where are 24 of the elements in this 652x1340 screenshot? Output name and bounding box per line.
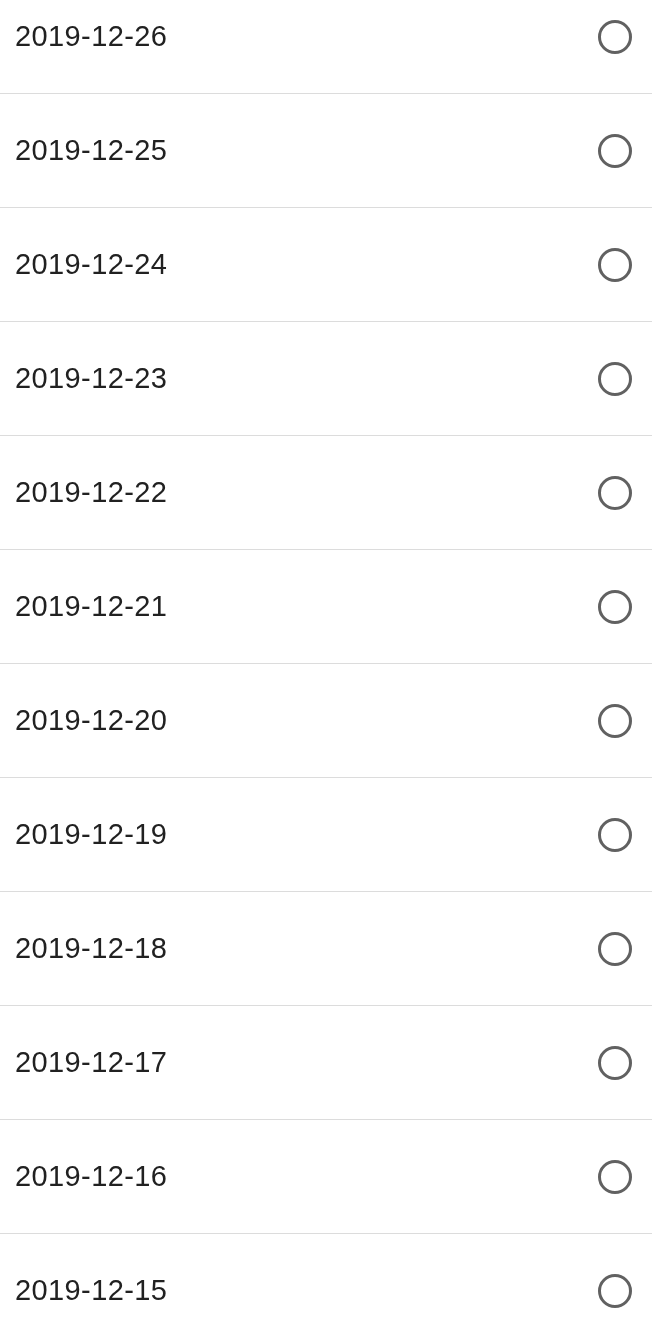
date-label: 2019-12-25 xyxy=(15,134,168,167)
date-label: 2019-12-21 xyxy=(15,590,168,623)
radio-button[interactable] xyxy=(598,133,632,168)
date-label: 2019-12-17 xyxy=(15,1046,168,1079)
radio-button[interactable] xyxy=(598,589,632,624)
radio-button[interactable] xyxy=(598,475,632,510)
radio-button[interactable] xyxy=(598,703,632,738)
date-label: 2019-12-26 xyxy=(15,20,168,53)
date-label: 2019-12-19 xyxy=(15,818,168,851)
date-label: 2019-12-24 xyxy=(15,248,168,281)
date-label: 2019-12-15 xyxy=(15,1274,168,1307)
date-label: 2019-12-20 xyxy=(15,704,168,737)
radio-button[interactable] xyxy=(598,247,632,282)
radio-button[interactable] xyxy=(598,1045,632,1080)
radio-button[interactable] xyxy=(598,1273,632,1308)
radio-button[interactable] xyxy=(598,361,632,396)
date-label: 2019-12-23 xyxy=(15,362,168,395)
radio-button[interactable] xyxy=(598,1159,632,1194)
date-label: 2019-12-18 xyxy=(15,932,168,965)
radio-button[interactable] xyxy=(598,931,632,966)
radio-button[interactable] xyxy=(598,817,632,852)
date-label: 2019-12-22 xyxy=(15,476,168,509)
radio-button[interactable] xyxy=(598,19,632,54)
date-label: 2019-12-16 xyxy=(15,1160,168,1193)
